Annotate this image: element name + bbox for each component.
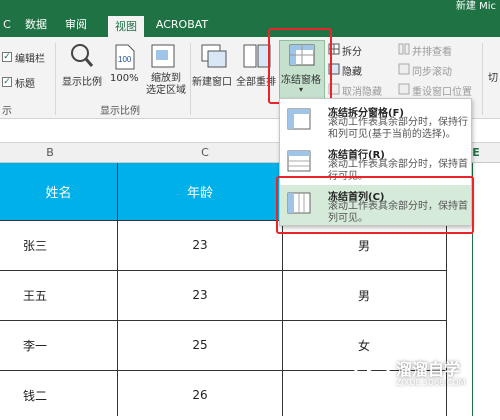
show-group-label: 示 bbox=[2, 106, 12, 117]
zoom-100-label: 100% bbox=[110, 73, 139, 84]
headings-label: 标题 bbox=[15, 79, 35, 90]
ribbon-tabs: C 数据 审阅 视图 ACROBAT bbox=[0, 13, 500, 37]
freeze-panes-highlight bbox=[268, 28, 332, 104]
header-cell-age[interactable]: 年龄 bbox=[118, 163, 282, 220]
watermark-brand: 溜溜自学 bbox=[396, 360, 461, 379]
zoom-button[interactable]: 显示比例 bbox=[60, 41, 106, 91]
cell-name[interactable]: 李一 bbox=[0, 320, 70, 370]
reset-position-button[interactable]: 重设窗口位置 bbox=[412, 83, 472, 98]
separator bbox=[190, 43, 191, 115]
gridline bbox=[0, 320, 446, 321]
cell-extra[interactable]: 男 bbox=[282, 270, 446, 320]
headings-checkbox[interactable]: ✓ bbox=[2, 77, 12, 87]
zoom-to-selection-button[interactable]: 缩放到 选定区域 bbox=[140, 41, 186, 101]
svg-text:100: 100 bbox=[118, 55, 132, 64]
cell-age[interactable]: 23 bbox=[118, 220, 282, 270]
cell-age[interactable]: 26 bbox=[118, 370, 282, 420]
tab-view[interactable]: 视图 bbox=[108, 16, 144, 37]
unhide-button[interactable]: 取消隐藏 bbox=[342, 83, 382, 98]
view-side-by-side-button[interactable]: 并排查看 bbox=[412, 43, 452, 58]
zoom-100-icon: 100 bbox=[115, 44, 135, 70]
new-window-label: 新建窗口 bbox=[192, 77, 232, 88]
tab-c[interactable]: C bbox=[0, 13, 14, 37]
separator bbox=[55, 43, 56, 115]
switch-window-button[interactable]: 切 bbox=[488, 69, 498, 84]
header-cell-name[interactable]: 姓名 bbox=[0, 163, 117, 220]
zoom-group-label: 显示比例 bbox=[100, 106, 140, 117]
zoom-100-button[interactable]: 100 100% bbox=[108, 41, 139, 91]
gridline bbox=[117, 163, 118, 416]
column-header-b[interactable]: B bbox=[0, 143, 100, 163]
tab-acrobat[interactable]: ACROBAT bbox=[150, 13, 214, 37]
tab-review[interactable]: 审阅 bbox=[58, 13, 94, 37]
cell-age[interactable]: 25 bbox=[118, 320, 282, 370]
sync-scroll-icon bbox=[398, 63, 410, 75]
hide-button[interactable]: 隐藏 bbox=[342, 63, 362, 78]
zoom-selection-icon bbox=[151, 44, 175, 68]
gridline bbox=[0, 270, 446, 271]
side-by-side-icon bbox=[398, 43, 410, 55]
freeze-panes-icon bbox=[287, 108, 311, 130]
formula-bar-label: 编辑栏 bbox=[15, 54, 45, 65]
new-window-icon bbox=[201, 44, 227, 68]
watermark-url: ZIXUE.3D66.COM bbox=[396, 378, 466, 387]
magnifier-icon bbox=[71, 44, 94, 67]
window-title: 新建 Mic bbox=[455, 1, 496, 12]
zoom-selection-label: 缩放到 选定区域 bbox=[146, 73, 186, 96]
freeze-first-column-highlight bbox=[276, 176, 474, 234]
reset-position-icon bbox=[398, 83, 410, 95]
tab-data[interactable]: 数据 bbox=[18, 13, 54, 37]
cell-name[interactable]: 张三 bbox=[0, 220, 70, 270]
cell-name[interactable]: 钱二 bbox=[0, 370, 70, 420]
cell-name[interactable]: 王五 bbox=[0, 270, 70, 320]
cell-age[interactable]: 23 bbox=[118, 270, 282, 320]
formula-bar-checkbox[interactable]: ✓ bbox=[2, 52, 12, 62]
sync-scroll-button[interactable]: 同步滚动 bbox=[412, 63, 452, 78]
play-logo-icon bbox=[353, 357, 391, 395]
title-bar: 新建 Mic bbox=[0, 0, 500, 13]
split-button[interactable]: 拆分 bbox=[342, 43, 362, 58]
freeze-top-row-icon bbox=[287, 150, 311, 172]
column-header-c[interactable]: C bbox=[140, 143, 270, 163]
new-window-button[interactable]: 新建窗口 bbox=[192, 41, 236, 91]
menu-item-description: 滚动工作表其余部分时，保持行和列可见(基于当前的选择)。 bbox=[328, 117, 468, 140]
menu-item-freeze-panes[interactable]: 冻结拆分窗格(F) 滚动工作表其余部分时，保持行和列可见(基于当前的选择)。 bbox=[280, 101, 471, 141]
separator bbox=[482, 43, 483, 115]
zoom-label: 显示比例 bbox=[62, 77, 102, 88]
watermark: 溜溜自学 ZIXUE.3D66.COM bbox=[352, 352, 472, 402]
